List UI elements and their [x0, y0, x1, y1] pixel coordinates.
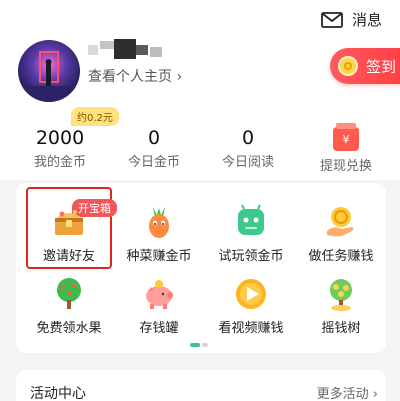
withdraw-label: 提现兑换 [319, 159, 372, 174]
withdraw-wallet-icon: ¥ [333, 123, 359, 151]
features-grid: 开宝箱 邀请好友 种菜赚金币 试玩领金币 做任务赚钱 免费领水果 存钱罐 看视频… [16, 183, 386, 353]
envelope-icon [321, 11, 343, 28]
grid-item-label: 看视频赚钱 [218, 321, 284, 336]
piggy-bank-icon [146, 280, 173, 309]
grid-item-label: 做任务赚钱 [308, 249, 374, 264]
coin-icon [338, 56, 358, 76]
grid-item-money-tree[interactable]: 摇钱树 [296, 275, 386, 336]
grid-item-label: 试玩领金币 [218, 249, 284, 264]
treasure-chest-icon [55, 210, 83, 235]
money-tree-icon [330, 279, 352, 311]
grid-item-label: 存钱罐 [139, 321, 179, 336]
grid-item-free-fruit[interactable]: 免费领水果 [24, 275, 114, 336]
withdraw-button[interactable]: ¥ 提现兑换 [306, 123, 386, 174]
grid-item-do-tasks[interactable]: 做任务赚钱 [296, 203, 386, 264]
grid-item-grow-vegetables[interactable]: 种菜赚金币 [114, 203, 204, 264]
grid-item-piggy-bank[interactable]: 存钱罐 [114, 275, 204, 336]
stat-label: 今日阅读 [221, 155, 274, 170]
stat-today-coins[interactable]: 0 今日金币 [114, 127, 194, 170]
stat-value: 0 [241, 127, 255, 149]
grid-item-invite-friends[interactable]: 邀请好友 [24, 203, 114, 264]
grid-item-watch-video[interactable]: 看视频赚钱 [206, 275, 296, 336]
activity-center: 活动中心 更多活动 › [16, 370, 386, 401]
activity-title: 活动中心 [30, 386, 86, 401]
page-dot [202, 343, 208, 347]
username-redacted [88, 39, 164, 61]
grid-item-label: 种菜赚金币 [126, 249, 192, 264]
stat-label: 我的金币 [33, 155, 86, 170]
grid-item-label: 免费领水果 [36, 321, 102, 336]
stat-today-reading[interactable]: 0 今日阅读 [208, 127, 288, 170]
task-coin-hand-icon [327, 207, 354, 237]
messages-button[interactable]: 消息 [321, 9, 382, 30]
android-robot-icon [238, 204, 264, 235]
fruit-tree-icon [57, 278, 81, 309]
grid-item-label: 邀请好友 [42, 249, 95, 264]
page-indicator [190, 343, 208, 347]
stat-my-coins[interactable]: 2000 我的金币 [20, 127, 100, 170]
grid-item-label: 摇钱树 [321, 321, 361, 336]
grid-item-trial-play[interactable]: 试玩领金币 [206, 203, 296, 264]
stat-value: 2000 [35, 127, 85, 149]
page-dot-active [190, 343, 200, 347]
checkin-label: 签到 [366, 57, 397, 76]
stat-value: 0 [147, 127, 161, 149]
stat-label: 今日金币 [127, 155, 180, 170]
play-button-icon [236, 279, 266, 309]
coin-value-badge: 约0.2元 [71, 107, 119, 126]
carrot-icon [149, 207, 169, 238]
messages-label: 消息 [351, 11, 382, 29]
view-profile-link[interactable]: 查看个人主页 › [88, 66, 182, 86]
checkin-button[interactable]: 签到 [330, 48, 400, 84]
avatar-image [18, 40, 80, 102]
avatar[interactable] [18, 40, 80, 102]
more-activities-link[interactable]: 更多活动 › [317, 383, 378, 401]
